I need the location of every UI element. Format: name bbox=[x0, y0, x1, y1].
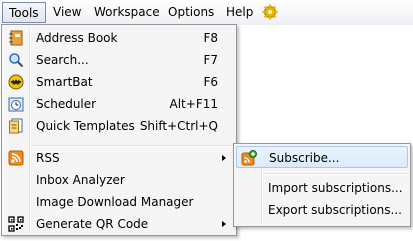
menu-item-quick-templates[interactable]: Quick Templates Shift+Ctrl+Q bbox=[4, 115, 234, 137]
menu-tools-label: Tools bbox=[9, 6, 39, 20]
menu-options[interactable]: Options bbox=[162, 2, 220, 23]
menu-item-shortcut: F8 bbox=[203, 31, 218, 45]
menu-item-smartbat[interactable]: SmartBat F6 bbox=[4, 71, 234, 93]
menu-item-rss[interactable]: RSS bbox=[4, 147, 234, 169]
menu-item-scheduler[interactable]: Scheduler Alt+F11 bbox=[4, 93, 234, 115]
qr-code-icon bbox=[8, 216, 24, 232]
menu-item-image-download-manager[interactable]: Image Download Manager bbox=[4, 191, 234, 213]
menu-item-label: Image Download Manager bbox=[36, 195, 194, 209]
menu-item-shortcut: F6 bbox=[203, 75, 218, 89]
smartbat-icon bbox=[8, 74, 24, 90]
menu-item-label: Inbox Analyzer bbox=[36, 173, 125, 187]
menu-help[interactable]: Help bbox=[220, 2, 259, 23]
menu-item-label: Generate QR Code bbox=[36, 217, 149, 231]
menu-item-import-subscriptions[interactable]: Import subscriptions... bbox=[236, 177, 408, 199]
menu-item-shortcut: Shift+Ctrl+Q bbox=[139, 119, 218, 133]
menu-item-generate-qr-code[interactable]: Generate QR Code bbox=[4, 213, 234, 235]
submenu-arrow-icon bbox=[222, 221, 226, 227]
submenu-arrow-icon bbox=[222, 155, 226, 161]
menu-item-label: Quick Templates bbox=[36, 119, 135, 133]
menu-options-label: Options bbox=[168, 5, 215, 19]
menu-view-label: View bbox=[53, 5, 82, 19]
menu-item-export-subscriptions[interactable]: Export subscriptions... bbox=[236, 199, 408, 221]
subscribe-icon bbox=[241, 150, 257, 166]
menu-item-label: RSS bbox=[36, 151, 60, 165]
menu-bar: Tools View Workspace Options Help bbox=[0, 0, 413, 26]
gear-icon[interactable] bbox=[262, 4, 278, 20]
menu-help-label: Help bbox=[226, 5, 254, 19]
menu-item-label: Import subscriptions... bbox=[268, 181, 403, 195]
search-icon bbox=[8, 52, 24, 68]
menu-item-subscribe[interactable]: Subscribe... bbox=[236, 146, 408, 168]
menu-item-shortcut: F7 bbox=[203, 53, 218, 67]
menu-item-inbox-analyzer[interactable]: Inbox Analyzer bbox=[4, 169, 234, 191]
menu-tools[interactable]: Tools bbox=[2, 2, 46, 23]
menu-workspace-label: Workspace bbox=[94, 5, 160, 19]
menu-item-label: Subscribe... bbox=[269, 151, 340, 165]
menu-item-label: Address Book bbox=[36, 31, 118, 45]
menu-view[interactable]: View bbox=[47, 2, 87, 23]
menu-separator bbox=[264, 173, 408, 175]
address-book-icon bbox=[8, 30, 24, 46]
tools-menu: Address Book F8 Search... F7 SmartBat F6… bbox=[1, 24, 237, 236]
quick-templates-icon bbox=[8, 118, 24, 134]
menu-item-shortcut: Alt+F11 bbox=[169, 97, 218, 111]
menu-item-search[interactable]: Search... F7 bbox=[4, 49, 234, 71]
menu-item-label: Scheduler bbox=[36, 97, 97, 111]
scheduler-icon bbox=[8, 96, 24, 112]
menu-item-label: Export subscriptions... bbox=[268, 203, 402, 217]
rss-submenu: Subscribe... Import subscriptions... Exp… bbox=[233, 143, 411, 227]
rss-icon bbox=[8, 150, 24, 166]
menu-item-address-book[interactable]: Address Book F8 bbox=[4, 27, 234, 49]
menu-item-label: Search... bbox=[36, 53, 89, 67]
menu-workspace[interactable]: Workspace bbox=[88, 2, 166, 23]
menu-item-label: SmartBat bbox=[36, 75, 93, 89]
